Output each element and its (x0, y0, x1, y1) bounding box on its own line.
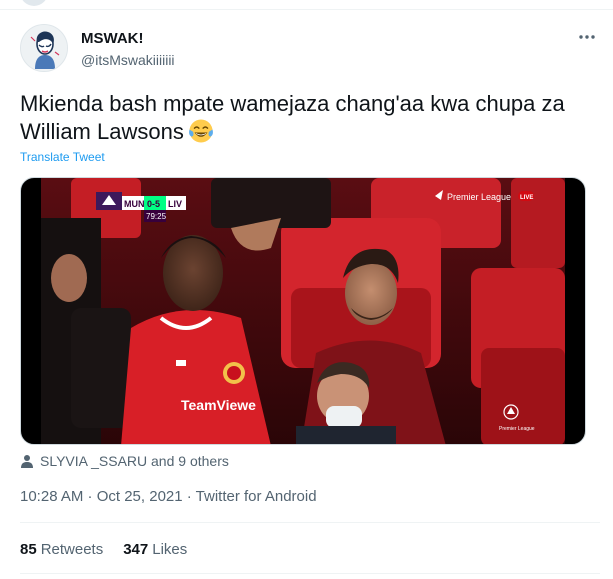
face-with-tears-of-joy-icon (188, 119, 213, 143)
match-clock: 79:25 (146, 212, 167, 221)
tweet-media[interactable]: TeamViewe MUN 0-5 LIV 79:25 Premier Leag… (20, 177, 586, 445)
display-name[interactable]: MSWAK! (81, 30, 175, 48)
shirt-sponsor-text: TeamViewe (181, 397, 256, 413)
more-dots-icon (579, 35, 595, 39)
away-team: LIV (168, 199, 182, 209)
retweets-label: Retweets (40, 541, 104, 558)
avatar-illustration (21, 25, 67, 71)
liked-by[interactable]: SLYVIA _SSARU and 9 others (20, 453, 229, 469)
divider (20, 522, 600, 523)
broadcast-still: TeamViewe MUN 0-5 LIV 79:25 Premier Leag… (41, 178, 565, 444)
author-names[interactable]: MSWAK! @itsMswakiiiiiii (81, 30, 175, 69)
score: 0-5 (147, 199, 160, 209)
likes-stat[interactable]: 347 Likes (123, 541, 187, 558)
corner-logo-text: Premier League (499, 426, 535, 432)
tweet-timestamp[interactable]: 10:28 AM · Oct 25, 2021 · Twitter for An… (20, 488, 317, 505)
person-icon (21, 455, 33, 468)
previous-tweet-edge (0, 0, 613, 10)
divider (20, 573, 600, 574)
tweet-header: MSWAK! @itsMswakiiiiiii (20, 24, 600, 76)
avatar[interactable] (20, 24, 68, 72)
broadcaster-name: Premier League (447, 192, 511, 202)
likes-count: 347 (123, 541, 149, 558)
likes-label: Likes (152, 541, 188, 558)
retweets-count: 85 (20, 541, 37, 558)
engagement-stats: 85 Retweets 347 Likes (20, 541, 207, 558)
home-team: MUN (124, 199, 145, 209)
tweet-text: Mkienda bash mpate wamejaza chang'aa kwa… (20, 91, 565, 144)
video-frame[interactable]: TeamViewe MUN 0-5 LIV 79:25 Premier Leag… (41, 178, 565, 444)
liked-by-text[interactable]: SLYVIA _SSARU and 9 others (40, 453, 229, 469)
more-options-button[interactable] (574, 24, 600, 50)
user-handle[interactable]: @itsMswakiiiiiii (81, 51, 175, 69)
retweets-stat[interactable]: 85 Retweets (20, 541, 103, 558)
translate-tweet-link[interactable]: Translate Tweet (20, 150, 105, 164)
live-badge: LIVE (520, 195, 533, 201)
previous-avatar (20, 0, 48, 6)
tweet: MSWAK! @itsMswakiiiiiii Mkienda bash mpa… (0, 10, 613, 579)
tweet-body: Mkienda bash mpate wamejaza chang'aa kwa… (20, 90, 600, 146)
